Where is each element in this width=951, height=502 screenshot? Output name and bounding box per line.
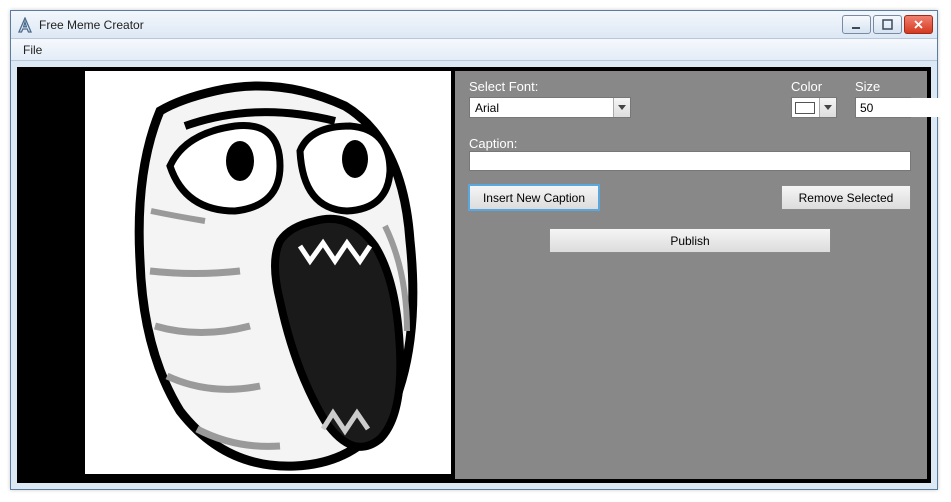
- meme-canvas-area: [21, 71, 451, 479]
- window-title: Free Meme Creator: [39, 18, 842, 32]
- minimize-button[interactable]: [842, 15, 871, 34]
- close-button[interactable]: [904, 15, 933, 34]
- font-label: Select Font:: [469, 79, 631, 94]
- menu-file[interactable]: File: [15, 41, 50, 59]
- window-controls: [842, 15, 933, 34]
- menubar: File: [11, 39, 937, 61]
- remove-selected-button[interactable]: Remove Selected: [781, 185, 911, 210]
- color-label: Color: [791, 79, 837, 94]
- titlebar: Free Meme Creator: [11, 11, 937, 39]
- controls-panel: Select Font: Arial Color: [455, 71, 927, 479]
- meme-image[interactable]: [85, 71, 451, 474]
- insert-caption-button[interactable]: Insert New Caption: [469, 185, 599, 210]
- app-window: Free Meme Creator File: [10, 10, 938, 490]
- app-icon: [17, 17, 33, 33]
- font-select-value: Arial: [470, 101, 613, 115]
- color-select[interactable]: [791, 97, 837, 118]
- caption-input[interactable]: [469, 151, 911, 171]
- size-input[interactable]: [856, 98, 951, 117]
- font-select-dropdown-button[interactable]: [613, 98, 630, 117]
- font-select[interactable]: Arial: [469, 97, 631, 118]
- color-select-dropdown-button[interactable]: [819, 98, 836, 117]
- color-swatch: [795, 102, 815, 114]
- size-spinner[interactable]: [855, 97, 911, 118]
- caption-label: Caption:: [469, 136, 517, 151]
- maximize-button[interactable]: [873, 15, 902, 34]
- content-frame: Select Font: Arial Color: [17, 67, 931, 483]
- publish-button[interactable]: Publish: [549, 228, 831, 253]
- client-area: Select Font: Arial Color: [11, 61, 937, 489]
- size-label: Size: [855, 79, 911, 94]
